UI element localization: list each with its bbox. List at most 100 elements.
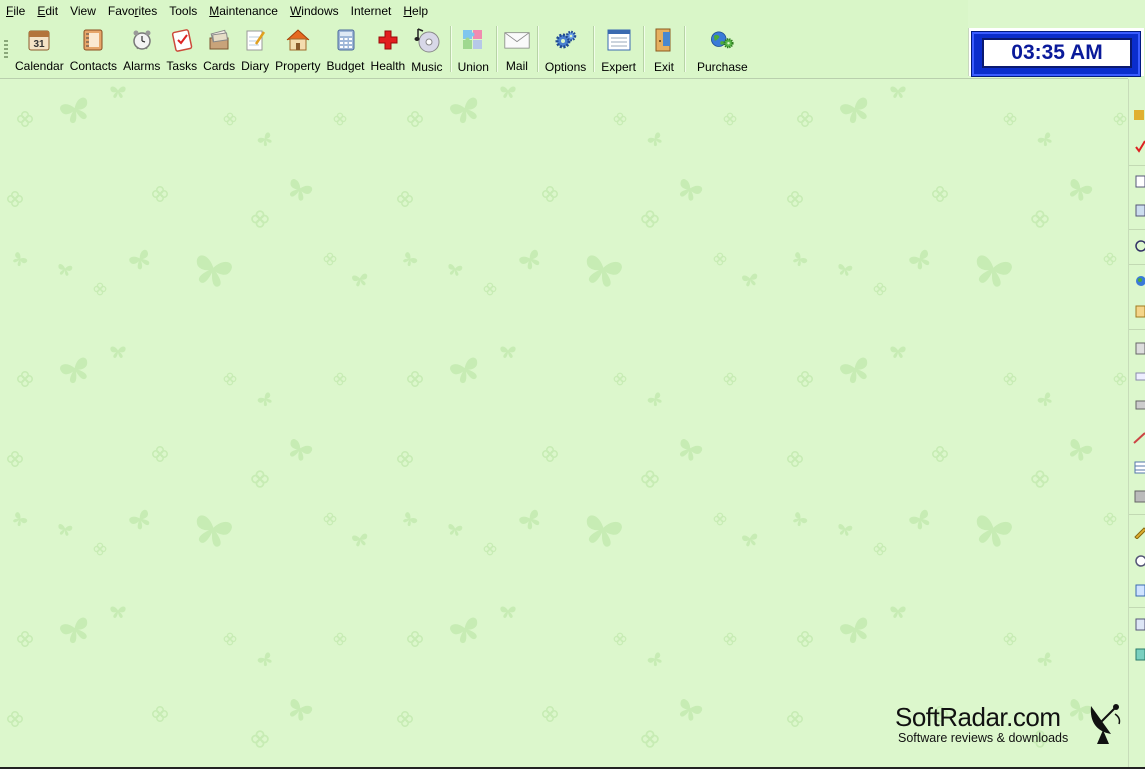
- options-label: Options: [544, 60, 587, 74]
- menu-maintenance[interactable]: Maintenance: [203, 0, 284, 22]
- calendar-icon-day: 31: [34, 39, 46, 50]
- exit-button[interactable]: Exit: [648, 22, 680, 74]
- menu-edit[interactable]: Edit: [31, 0, 64, 22]
- contacts-button[interactable]: Contacts: [67, 22, 120, 73]
- music-label: Music: [411, 60, 443, 74]
- toolbar-separator: [642, 26, 644, 72]
- side-separator: [1129, 607, 1145, 608]
- diary-label: Diary: [241, 59, 270, 73]
- diary-button[interactable]: Diary: [238, 22, 272, 73]
- union-label: Union: [457, 60, 489, 74]
- expert-window-icon: [606, 27, 632, 53]
- side-map-icon[interactable]: [1130, 647, 1145, 661]
- side-tools-icon[interactable]: [1130, 431, 1145, 445]
- side-separator: [1129, 514, 1145, 515]
- red-cross-icon: [375, 27, 401, 52]
- workspace-background: [0, 79, 1128, 769]
- budget-label: Budget: [326, 59, 365, 73]
- menu-bar: File Edit View Favorites Tools Maintenan…: [0, 0, 968, 22]
- toolbar-separator: [683, 26, 685, 72]
- alarm-clock-icon: [129, 27, 155, 52]
- side-window-icon[interactable]: [1130, 583, 1145, 597]
- puzzle-icon: [460, 27, 486, 53]
- butterfly-flower-pattern: [0, 79, 1128, 769]
- globe-gear-icon: [709, 27, 735, 53]
- side-note-icon[interactable]: [1130, 304, 1145, 318]
- main-toolbar: 31 Calendar Contacts Alarms Tasks Cards …: [0, 22, 968, 78]
- music-button[interactable]: Music: [408, 22, 445, 74]
- side-separator: [1129, 264, 1145, 265]
- menu-windows[interactable]: Windows: [284, 0, 345, 22]
- cards-button[interactable]: Cards: [200, 22, 238, 73]
- side-search-icon[interactable]: [1130, 239, 1145, 253]
- health-label: Health: [370, 59, 406, 73]
- property-button[interactable]: Property: [272, 22, 323, 73]
- toolbar-grip[interactable]: [4, 40, 8, 60]
- gears-icon: [553, 27, 579, 53]
- side-spellcheck-icon[interactable]: [1130, 139, 1145, 153]
- toolbar-separator: [495, 26, 497, 72]
- calendar-label: Calendar: [15, 59, 64, 73]
- tasks-checklist-icon: [169, 27, 195, 52]
- toolbar-separator: [536, 26, 538, 72]
- watermark-subtitle: Software reviews & downloads: [898, 731, 1069, 745]
- music-cd-icon: [414, 27, 440, 53]
- side-separator: [1129, 329, 1145, 330]
- menu-view[interactable]: View: [64, 0, 102, 22]
- expert-button[interactable]: Expert: [598, 22, 639, 74]
- satellite-dish-icon: [1085, 700, 1125, 749]
- side-globe-icon[interactable]: [1130, 274, 1145, 288]
- mail-label: Mail: [505, 59, 528, 73]
- diary-notepad-icon: [242, 27, 268, 52]
- exit-label: Exit: [653, 60, 674, 74]
- side-move-icon[interactable]: [1130, 203, 1145, 217]
- property-label: Property: [275, 59, 321, 73]
- alarms-button[interactable]: Alarms: [120, 22, 163, 73]
- contacts-label: Contacts: [69, 59, 118, 73]
- card-file-icon: [206, 27, 232, 52]
- house-icon: [285, 27, 311, 52]
- side-image-icon[interactable]: [1130, 489, 1145, 503]
- side-toolbar: [1128, 79, 1145, 769]
- menu-file[interactable]: File: [0, 0, 31, 22]
- envelope-icon: [504, 27, 530, 52]
- menu-tools[interactable]: Tools: [163, 0, 203, 22]
- menu-help[interactable]: Help: [397, 0, 434, 22]
- purchase-button[interactable]: Purchase: [689, 22, 756, 74]
- options-button[interactable]: Options: [542, 22, 589, 74]
- cards-label: Cards: [203, 59, 236, 73]
- purchase-label: Purchase: [696, 60, 748, 74]
- side-puzzle-icon[interactable]: [1130, 109, 1145, 123]
- toolbar-separator: [593, 26, 595, 72]
- side-copy-icon[interactable]: [1130, 174, 1145, 188]
- calendar-icon: 31: [26, 27, 52, 52]
- side-document-icon[interactable]: [1130, 617, 1145, 631]
- menu-internet[interactable]: Internet: [345, 0, 398, 22]
- mail-button[interactable]: Mail: [501, 22, 533, 73]
- side-clipboard-icon[interactable]: [1130, 341, 1145, 355]
- clock-display: 03:35 AM: [982, 38, 1132, 68]
- tasks-label: Tasks: [166, 59, 198, 73]
- tasks-button[interactable]: Tasks: [163, 22, 200, 73]
- exit-door-icon: [651, 27, 677, 53]
- softradar-watermark: SoftRadar.com Software reviews & downloa…: [895, 702, 1125, 752]
- side-printer-icon[interactable]: [1130, 397, 1145, 411]
- menu-favorites[interactable]: Favorites: [102, 0, 163, 22]
- side-pencil-icon[interactable]: [1130, 525, 1145, 540]
- watermark-title: SoftRadar.com: [895, 702, 1061, 732]
- side-separator: [1129, 165, 1145, 166]
- alarms-label: Alarms: [123, 59, 161, 73]
- side-card-icon[interactable]: [1130, 369, 1145, 383]
- union-button[interactable]: Union: [455, 22, 492, 74]
- side-clock-icon[interactable]: [1130, 554, 1145, 568]
- side-separator: [1129, 229, 1145, 230]
- calendar-button[interactable]: 31 Calendar: [12, 22, 67, 73]
- toolbar-separator: [449, 26, 451, 72]
- budget-button[interactable]: Budget: [323, 22, 367, 73]
- calculator-icon: [333, 27, 359, 52]
- clock-panel: 03:35 AM: [968, 28, 1144, 77]
- clock-frame: 03:35 AM: [971, 31, 1141, 77]
- expert-label: Expert: [601, 60, 636, 74]
- side-grid-icon[interactable]: [1130, 460, 1145, 474]
- health-button[interactable]: Health: [368, 22, 409, 73]
